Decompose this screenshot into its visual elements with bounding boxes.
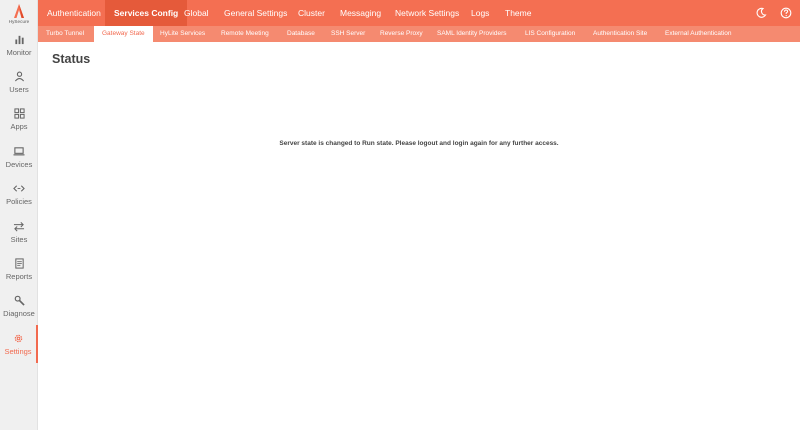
sidebar-item-users[interactable]: Users: [0, 71, 38, 107]
tab-theme[interactable]: Theme: [496, 0, 540, 26]
sidebar-item-label: Sites: [10, 235, 28, 244]
subtab-gateway-state[interactable]: Gateway State: [94, 26, 153, 42]
gear-icon: [14, 334, 22, 343]
subtab-saml-identity-providers[interactable]: SAML Identity Providers: [429, 26, 514, 42]
brand-logo[interactable]: HySecure: [0, 0, 38, 28]
subtab-turbo-tunnel[interactable]: Turbo Tunnel: [38, 26, 92, 42]
code-arrows-icon: [13, 185, 25, 192]
laptop-icon: [13, 147, 25, 156]
tab-network-settings[interactable]: Network Settings: [386, 0, 468, 26]
sidebar-item-label: Monitor: [6, 48, 32, 57]
sidebar-item-label: Users: [9, 85, 29, 94]
sidebar-item-label: Devices: [5, 160, 33, 169]
subtab-lis-configuration[interactable]: LIS Configuration: [517, 26, 583, 42]
subtab-reverse-proxy[interactable]: Reverse Proxy: [372, 26, 431, 42]
sidebar-item-label: Reports: [5, 272, 33, 281]
top-nav: Authentication Services Config Global Ge…: [38, 0, 800, 26]
subtab-authentication-site[interactable]: Authentication Site: [585, 26, 655, 42]
document-icon: [14, 258, 24, 269]
sidebar-item-monitor[interactable]: Monitor: [0, 34, 38, 70]
brand-logo-icon: [14, 4, 24, 18]
help-icon[interactable]: [780, 7, 792, 19]
sidebar-item-reports[interactable]: Reports: [0, 258, 38, 294]
tab-cluster[interactable]: Cluster: [289, 0, 334, 26]
sub-nav: Turbo Tunnel Gateway State HyLite Servic…: [38, 26, 800, 42]
apps-grid-icon: [13, 108, 25, 119]
status-message: Server state is changed to Run state. Pl…: [279, 140, 559, 147]
brand-name: HySecure: [8, 19, 30, 24]
tab-messaging[interactable]: Messaging: [331, 0, 390, 26]
swap-arrows-icon: [13, 222, 25, 232]
tab-global[interactable]: Global: [175, 0, 218, 26]
sidebar-item-label: Apps: [10, 122, 28, 131]
tab-general-settings[interactable]: General Settings: [215, 0, 296, 26]
subtab-remote-meeting[interactable]: Remote Meeting: [213, 26, 277, 42]
tab-logs[interactable]: Logs: [462, 0, 498, 26]
subtab-database[interactable]: Database: [279, 26, 323, 42]
bar-chart-icon: [14, 35, 24, 45]
moon-icon[interactable]: [755, 7, 767, 19]
user-icon: [14, 71, 24, 82]
sidebar-item-label: Diagnose: [3, 309, 35, 318]
sidebar-item-devices[interactable]: Devices: [0, 146, 38, 182]
subtab-external-authentication[interactable]: External Authentication: [657, 26, 740, 42]
tab-authentication[interactable]: Authentication: [38, 0, 110, 26]
sidebar: HySecure Monitor Users Apps Devices Poli…: [0, 0, 38, 430]
page-title: Status: [52, 52, 91, 66]
subtab-hylite-services[interactable]: HyLite Services: [152, 26, 213, 42]
sidebar-item-apps[interactable]: Apps: [0, 108, 38, 144]
wrench-icon: [14, 295, 25, 306]
subtab-ssh-server[interactable]: SSH Server: [323, 26, 373, 42]
app-window: HySecure Monitor Users Apps Devices Poli…: [0, 0, 800, 430]
sidebar-item-label: Settings: [4, 347, 32, 356]
sidebar-item-sites[interactable]: Sites: [0, 221, 38, 257]
sidebar-item-settings[interactable]: Settings: [0, 325, 38, 363]
sidebar-item-label: Policies: [6, 197, 32, 206]
sidebar-item-policies[interactable]: Policies: [0, 183, 38, 219]
